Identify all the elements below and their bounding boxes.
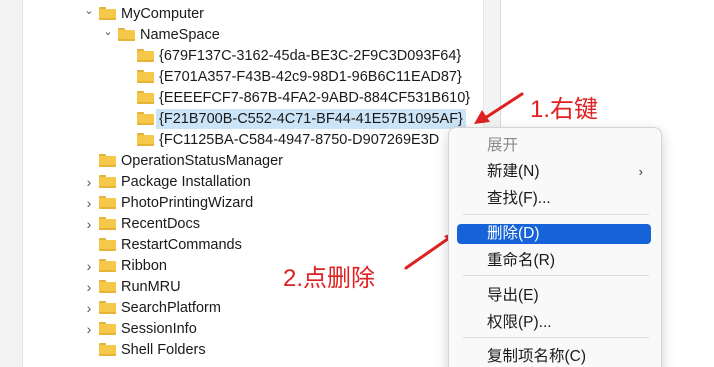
folder-icon	[99, 343, 116, 356]
folder-icon	[99, 175, 116, 188]
chevron-right-icon[interactable]: ›	[83, 172, 95, 192]
folder-icon	[137, 133, 154, 146]
tree-item-label: OperationStatusManager	[121, 153, 284, 169]
menu-item-copy-key-name[interactable]: 复制项名称(C)	[457, 347, 651, 367]
tree-item-label: Ribbon	[121, 258, 167, 274]
context-menu: 展开新建(N) › 查找(F)... 删除(D) 重命名(R) 导出(E) 权限(P)...…	[448, 127, 662, 367]
menu-item-label: 权限(P)...	[487, 314, 552, 331]
chevron-right-icon[interactable]: ›	[83, 298, 95, 318]
tree-item-label: {F21B700B-C552-4C71-BF44-41E57B1095AF}	[156, 109, 466, 129]
expander-empty	[83, 340, 95, 360]
expander-empty	[83, 151, 95, 171]
folder-icon	[99, 322, 116, 335]
tree-item-label: {FC1125BA-C584-4947-8750-D907269E3D	[159, 132, 440, 148]
menu-separator	[463, 275, 649, 276]
folder-icon	[137, 91, 154, 104]
folder-icon	[137, 49, 154, 62]
menu-item-expand: 展开	[457, 136, 651, 156]
tree-item-label: Package Installation	[121, 174, 251, 190]
tree-item-label: MyComputer	[121, 6, 204, 22]
expander-empty	[121, 67, 133, 87]
tree-item-label: SearchPlatform	[121, 300, 221, 316]
folder-icon	[99, 154, 116, 167]
menu-item-label: 删除(D)	[487, 225, 540, 242]
folder-icon	[137, 70, 154, 83]
menu-item-find[interactable]: 查找(F)...	[457, 189, 651, 209]
menu-item-label: 展开	[487, 137, 519, 154]
tree-item-label: SessionInfo	[121, 321, 197, 337]
tree-gutter	[0, 0, 23, 367]
chevron-right-icon[interactable]: ›	[83, 319, 95, 339]
menu-item-permissions[interactable]: 权限(P)...	[457, 313, 651, 333]
tree-item-label: RunMRU	[121, 279, 181, 295]
chevron-right-icon[interactable]: ›	[83, 277, 95, 297]
folder-icon	[99, 238, 116, 251]
chevron-down-icon[interactable]: ⌄	[83, 1, 95, 21]
tree-item-label: RecentDocs	[121, 216, 200, 232]
tree-item-label: RestartCommands	[121, 237, 242, 253]
chevron-right-icon[interactable]: ›	[83, 193, 95, 213]
folder-icon	[99, 259, 116, 272]
menu-item-label: 导出(E)	[487, 287, 539, 304]
arrow-to-selected-key-icon	[474, 92, 524, 124]
folder-icon	[99, 196, 116, 209]
expander-empty	[121, 88, 133, 108]
folder-icon	[99, 7, 116, 20]
annotation-step1: 1.右键	[530, 96, 599, 123]
chevron-right-icon[interactable]: ›	[83, 256, 95, 276]
tree-item-label: NameSpace	[140, 27, 220, 43]
folder-icon	[118, 28, 135, 41]
menu-item-label: 新建(N)	[487, 163, 540, 180]
tree-item-label: {E701A357-F43B-42c9-98D1-96B6C11EAD87}	[159, 69, 462, 85]
tree-item-label: PhotoPrintingWizard	[121, 195, 254, 211]
tree-item-label: Shell Folders	[121, 342, 206, 358]
menu-item-label: 重命名(R)	[487, 252, 556, 269]
menu-item-export[interactable]: 导出(E)	[457, 286, 651, 306]
submenu-arrow-icon: ›	[638, 164, 643, 179]
folder-icon	[99, 301, 116, 314]
expander-empty	[121, 46, 133, 66]
tree-item-label: {EEEEFCF7-867B-4FA2-9ABD-884CF531B610}	[159, 90, 471, 106]
expander-empty	[83, 235, 95, 255]
menu-item-label: 查找(F)...	[487, 190, 551, 207]
annotation-step2: 2.点删除	[283, 265, 376, 292]
menu-item-delete[interactable]: 删除(D)	[457, 224, 651, 244]
menu-separator	[463, 214, 649, 215]
chevron-down-icon[interactable]: ⌄	[102, 22, 114, 42]
menu-separator	[463, 337, 649, 338]
chevron-right-icon[interactable]: ›	[83, 214, 95, 234]
menu-item-new[interactable]: 新建(N) ›	[457, 162, 651, 182]
folder-icon	[137, 112, 154, 125]
menu-item-rename[interactable]: 重命名(R)	[457, 251, 651, 271]
expander-empty	[121, 130, 133, 150]
expander-empty	[121, 109, 133, 129]
menu-item-label: 复制项名称(C)	[487, 348, 587, 365]
registry-editor-screenshot: ⌄ MyComputer ⌄ NameSpace {679F137C-3162-45da…	[0, 0, 714, 367]
folder-icon	[99, 217, 116, 230]
folder-icon	[99, 280, 116, 293]
tree-item-label: {679F137C-3162-45da-BE3C-2F9C3D093F64}	[159, 48, 462, 64]
